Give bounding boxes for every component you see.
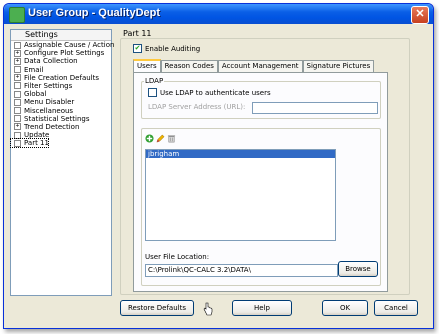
tree-node-icon — [14, 131, 21, 139]
expand-icon[interactable]: + — [14, 49, 21, 57]
tree-node-icon — [14, 41, 21, 49]
tree-item-statistical-settings[interactable]: Statistical Settings — [11, 115, 111, 123]
users-fieldset: jbrigham User File Location: C:\Prolink\… — [141, 128, 381, 286]
tree-item-email[interactable]: Email — [11, 66, 111, 74]
tab-users[interactable]: Users — [133, 59, 161, 73]
tree-item-label: Update — [24, 131, 50, 140]
part11-group-title: Part 11 — [123, 29, 152, 38]
user-list-item[interactable]: jbrigham — [146, 150, 335, 158]
tree-node-icon — [14, 139, 21, 147]
enable-auditing-checkbox[interactable]: ✔ Enable Auditing — [133, 44, 200, 53]
user-group-window: User Group - QualityDept ✕ Settings Assi… — [3, 3, 434, 329]
help-button[interactable]: Help — [232, 300, 292, 316]
tree-item-miscellaneous[interactable]: Miscellaneous — [11, 107, 111, 115]
tree-item-update[interactable]: Update — [11, 131, 111, 139]
use-ldap-label: Use LDAP to authenticate users — [160, 88, 271, 97]
tree-item-label: Trend Detection — [24, 122, 80, 131]
tree-item-label: Global — [24, 90, 47, 99]
tree-item-label: Statistical Settings — [24, 114, 90, 123]
users-tab-body: LDAP Use LDAP to authenticate users LDAP… — [133, 72, 388, 292]
tree-item-label: Data Collection — [24, 57, 78, 66]
tab-reason-codes[interactable]: Reason Codes — [160, 60, 218, 72]
expand-icon[interactable]: + — [14, 123, 21, 131]
delete-trash-icon[interactable] — [167, 134, 176, 143]
ldap-fieldset: LDAP Use LDAP to authenticate users LDAP… — [141, 77, 381, 119]
cancel-button[interactable]: Cancel — [374, 300, 418, 316]
tree-node-icon — [14, 98, 21, 106]
use-ldap-checkbox[interactable]: Use LDAP to authenticate users — [148, 88, 271, 97]
tree-item-label: Menu Disabler — [24, 98, 75, 107]
tree-item-menu-disabler[interactable]: Menu Disabler — [11, 98, 111, 106]
tree-item-filter-settings[interactable]: Filter Settings — [11, 82, 111, 90]
browse-button[interactable]: Browse — [338, 261, 378, 277]
user-file-location-label: User File Location: — [145, 253, 210, 261]
tree-item-assignable-cause-action[interactable]: Assignable Cause / Action — [11, 41, 115, 49]
title-bar[interactable]: User Group - QualityDept ✕ — [4, 4, 433, 24]
tree-item-trend-detection[interactable]: + Trend Detection — [11, 123, 111, 131]
tree-item-label: Assignable Cause / Action — [24, 41, 115, 49]
tree-item-label: File Creation Defaults — [24, 73, 100, 82]
users-list[interactable]: jbrigham — [145, 149, 336, 241]
user-toolbar — [145, 134, 185, 144]
tree-node-icon — [14, 107, 21, 114]
ldap-server-label: LDAP Server Address (URL): — [148, 103, 246, 111]
add-user-icon[interactable] — [145, 134, 154, 143]
restore-defaults-button[interactable]: Restore Defaults — [120, 300, 194, 316]
tree-item-configure-plot-settings[interactable]: + Configure Plot Settings — [11, 49, 111, 57]
app-icon — [9, 7, 25, 23]
tree-item-file-creation-defaults[interactable]: + File Creation Defaults — [11, 74, 111, 82]
tree-item-data-collection[interactable]: + Data Collection — [11, 57, 111, 65]
tree-item-part-11[interactable]: Part 11 — [10, 138, 49, 149]
tree-node-icon — [14, 82, 21, 90]
tab-signature-pictures[interactable]: Signature Pictures — [302, 60, 375, 72]
tree-header: Settings — [11, 30, 111, 41]
window-title: User Group - QualityDept — [28, 7, 161, 19]
expand-icon[interactable]: + — [14, 74, 21, 82]
ldap-server-input[interactable] — [252, 102, 378, 114]
user-file-location-input[interactable]: C:\Prolink\QC-CALC 3.2\DATA\ — [145, 264, 338, 277]
tree-node-icon — [14, 115, 21, 123]
tree-item-label: Filter Settings — [24, 81, 73, 90]
tree-item-label: Miscellaneous — [24, 106, 74, 115]
enable-auditing-check[interactable]: ✔ — [133, 44, 142, 53]
ldap-legend: LDAP — [144, 77, 165, 85]
close-button[interactable]: ✕ — [411, 6, 429, 24]
tree-node-icon — [14, 66, 21, 74]
tab-account-management[interactable]: Account Management — [217, 60, 303, 72]
hand-cursor-icon — [203, 302, 213, 316]
tree-item-label: Configure Plot Settings — [24, 49, 105, 58]
settings-tree[interactable]: Settings Assignable Cause / Action + Confi… — [10, 29, 115, 296]
part11-panel: Part 11 ✔ Enable Auditing Users Reason C… — [120, 29, 410, 295]
enable-auditing-label: Enable Auditing — [145, 44, 201, 53]
expand-icon[interactable]: + — [14, 57, 21, 65]
edit-pencil-icon[interactable] — [156, 134, 165, 143]
tree-item-label: Part 11 — [24, 139, 49, 148]
tree-node-icon — [14, 90, 21, 98]
tree-item-label: Email — [24, 65, 44, 74]
tree-item-global[interactable]: Global — [11, 90, 111, 98]
use-ldap-check[interactable] — [148, 88, 157, 97]
ok-button[interactable]: OK — [322, 300, 368, 316]
